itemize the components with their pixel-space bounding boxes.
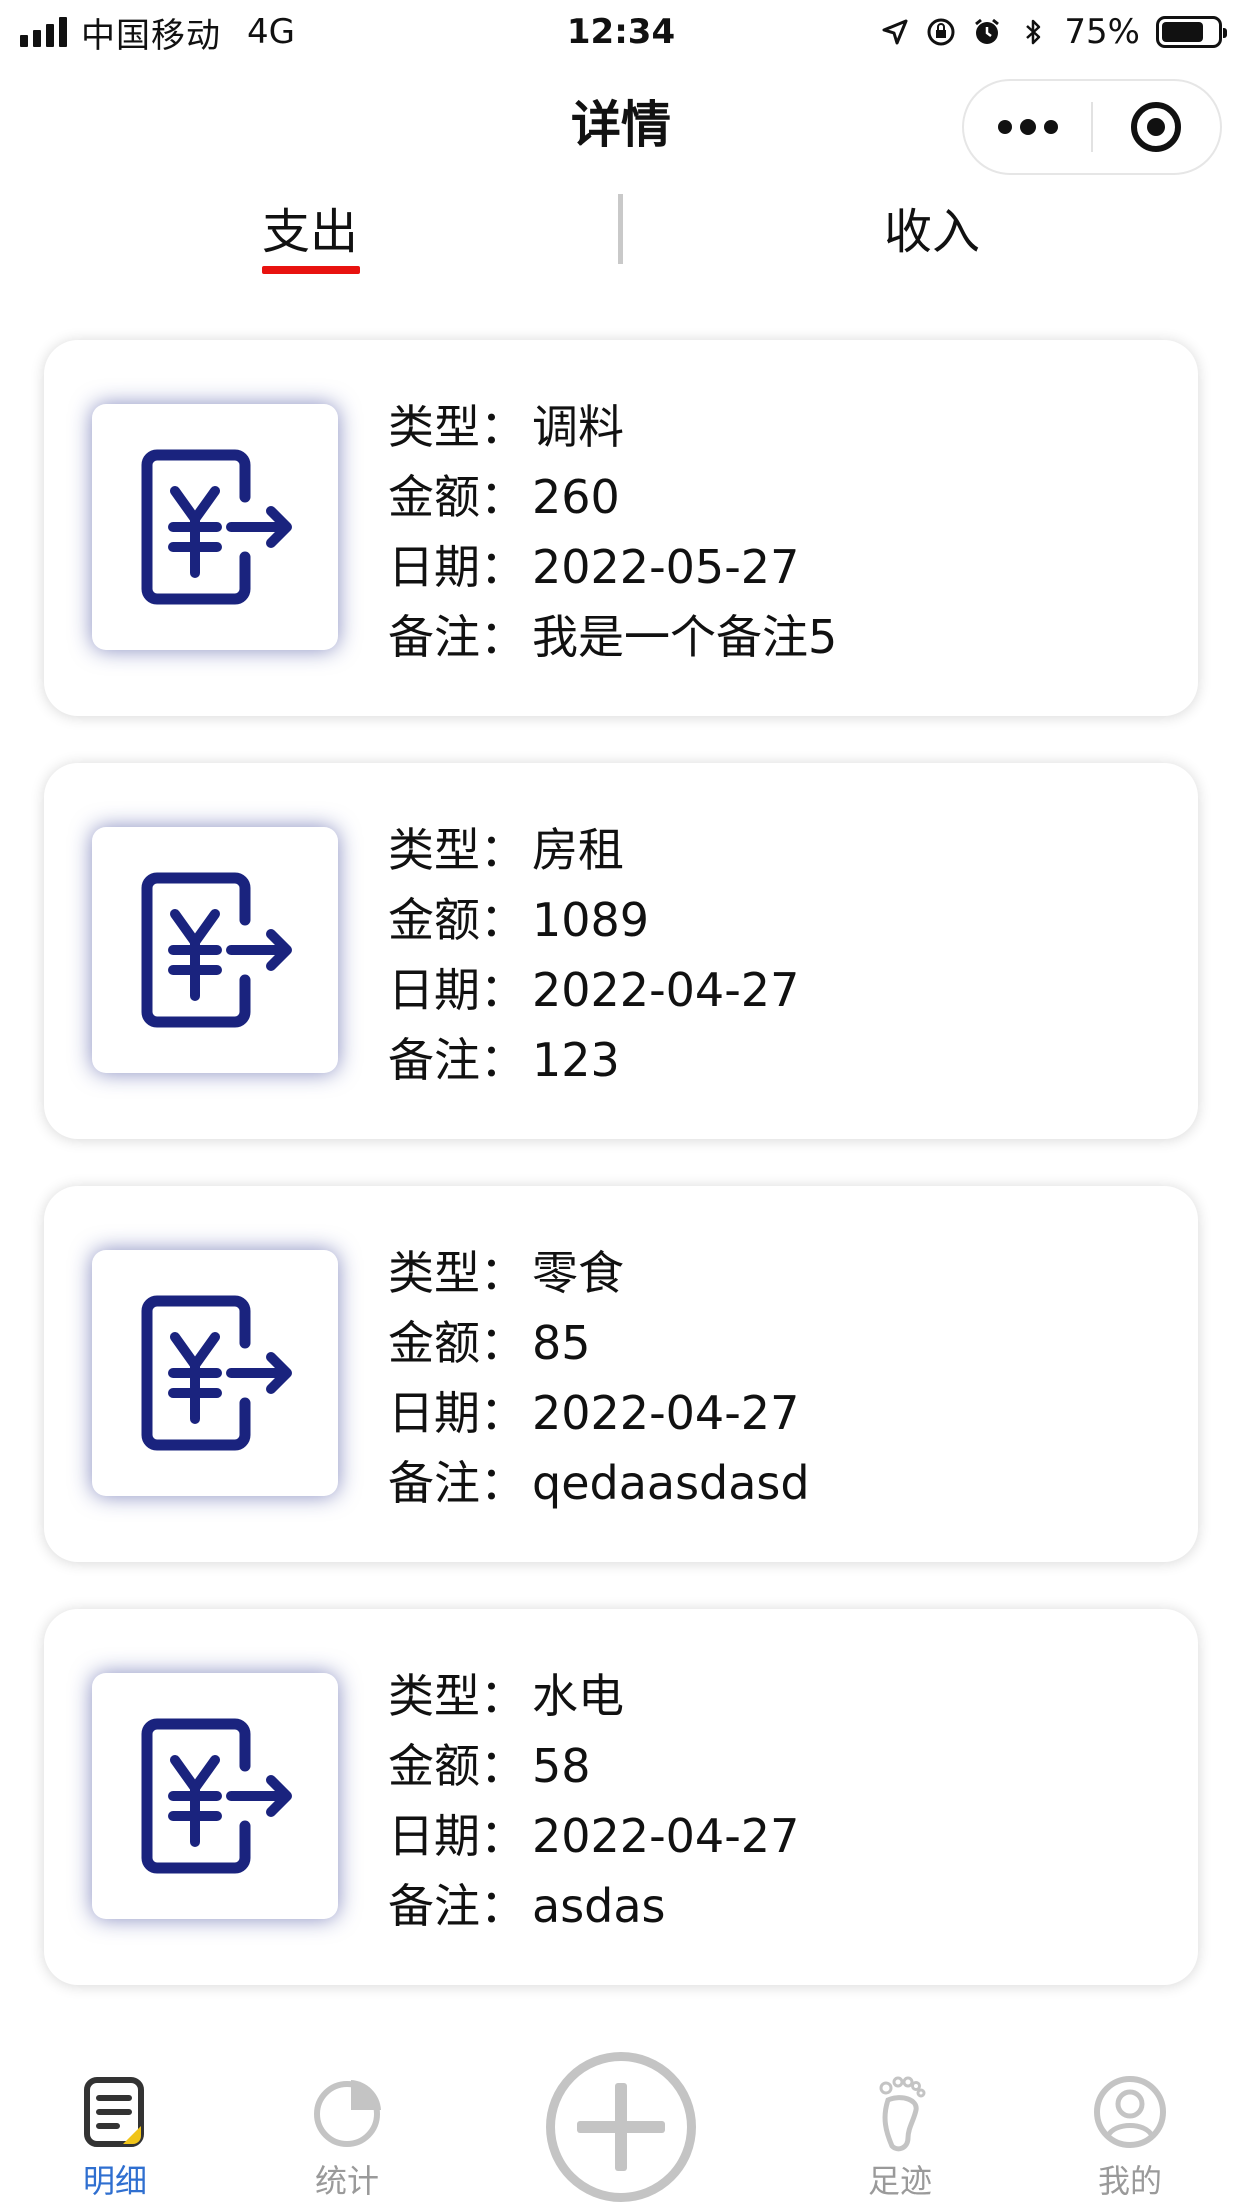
date-value: 2022-04-27 <box>532 963 800 1017</box>
more-dot-icon <box>1019 119 1036 135</box>
miniprogram-capsule <box>962 79 1222 175</box>
note-value: 123 <box>532 1033 620 1087</box>
rotation-lock-icon <box>927 18 955 46</box>
note-value: asdas <box>532 1879 666 1933</box>
user-avatar-icon <box>1094 2076 1166 2148</box>
status-bar: 中国移动 4G 12:34 75% <box>0 0 1242 62</box>
add-record-button[interactable] <box>546 2052 696 2202</box>
notepad-icon <box>84 2077 144 2147</box>
type-value: 水电 <box>532 1669 624 1723</box>
target-close-icon <box>1131 102 1182 152</box>
tabbar-label-stats: 统计 <box>314 2162 379 2200</box>
tab-income[interactable]: 收入 <box>782 190 1082 300</box>
yuan-expense-icon <box>92 1673 338 1919</box>
note-label: 备注： <box>388 1879 526 1933</box>
type-value: 零食 <box>532 1246 624 1300</box>
tabbar-label-detail: 明细 <box>82 2162 147 2200</box>
tabbar-item-mine[interactable]: 我的 <box>1040 2040 1220 2208</box>
yuan-expense-icon <box>92 1250 338 1496</box>
date-value: 2022-05-27 <box>532 540 800 594</box>
record-info: 类型： 水电 金额： 58 日期： 2022-04-27 备注： asdas <box>388 1661 799 1941</box>
type-label: 类型： <box>388 823 526 877</box>
amount-label: 金额： <box>388 893 526 947</box>
record-amount-row: 金额： 1089 <box>388 885 799 955</box>
record-date-row: 日期： 2022-04-27 <box>388 1378 810 1448</box>
record-note-row: 备注： qedaasdasd <box>388 1448 810 1518</box>
footprint-icon <box>879 2076 926 2152</box>
record-type-row: 类型： 调料 <box>388 392 837 462</box>
date-label: 日期： <box>388 1809 526 1863</box>
record-amount-row: 金额： 260 <box>388 462 837 532</box>
type-label: 类型： <box>388 1669 526 1723</box>
tab-expense[interactable]: 支出 <box>160 190 460 300</box>
tabbar-item-stats[interactable]: 统计 <box>257 2040 437 2208</box>
amount-value: 1089 <box>532 893 650 947</box>
amount-label: 金额： <box>388 1739 526 1793</box>
type-label: 类型： <box>388 1246 526 1300</box>
tabbar-label-mine: 我的 <box>1097 2162 1162 2200</box>
bluetooth-icon <box>1026 19 1041 45</box>
record-card[interactable]: 类型： 房租 金额： 1089 日期： 2022-04-27 备注： 123 <box>44 763 1198 1139</box>
date-label: 日期： <box>388 963 526 1017</box>
note-value: qedaasdasd <box>532 1456 810 1510</box>
tab-switcher: 支出 收入 <box>0 190 1242 300</box>
type-label: 类型： <box>388 400 526 454</box>
record-date-row: 日期： 2022-05-27 <box>388 532 837 602</box>
pie-chart-icon <box>314 2080 381 2147</box>
amount-value: 58 <box>532 1739 591 1793</box>
note-label: 备注： <box>388 610 526 664</box>
record-card[interactable]: 类型： 调料 金额： 260 日期： 2022-05-27 备注： 我是一个备注5 <box>44 340 1198 716</box>
record-card[interactable]: 类型： 零食 金额： 85 日期： 2022-04-27 备注： qedaasdasd <box>44 1186 1198 1562</box>
more-dot-icon <box>1043 120 1058 134</box>
close-button[interactable] <box>1093 81 1220 173</box>
date-value: 2022-04-27 <box>532 1386 800 1440</box>
record-date-row: 日期： 2022-04-27 <box>388 1801 799 1871</box>
record-type-row: 类型： 房租 <box>388 815 799 885</box>
tabbar-item-footprint[interactable]: 足迹 <box>810 2040 990 2208</box>
amount-value: 260 <box>532 470 620 524</box>
alarm-icon <box>975 18 1000 44</box>
record-note-row: 备注： 我是一个备注5 <box>388 602 837 672</box>
tab-divider <box>618 194 623 264</box>
record-info: 类型： 零食 金额： 85 日期： 2022-04-27 备注： qedaasdasd <box>388 1238 810 1518</box>
date-label: 日期： <box>388 540 526 594</box>
amount-label: 金额： <box>388 1316 526 1370</box>
tabbar-label-footprint: 足迹 <box>867 2162 932 2200</box>
note-label: 备注： <box>388 1033 526 1087</box>
amount-label: 金额： <box>388 470 526 524</box>
note-value: 我是一个备注5 <box>532 610 838 664</box>
tabbar-item-detail[interactable]: 明细 <box>25 2040 205 2208</box>
yuan-expense-icon <box>92 404 338 650</box>
record-info: 类型： 房租 金额： 1089 日期： 2022-04-27 备注： 123 <box>388 815 799 1095</box>
record-date-row: 日期： 2022-04-27 <box>388 955 799 1025</box>
nav-bar: 详情 <box>0 62 1242 190</box>
record-info: 类型： 调料 金额： 260 日期： 2022-05-27 备注： 我是一个备注5 <box>388 392 837 672</box>
battery-icon <box>1156 16 1227 48</box>
type-value: 调料 <box>532 400 624 454</box>
record-note-row: 备注： asdas <box>388 1871 799 1941</box>
record-amount-row: 金额： 58 <box>388 1731 799 1801</box>
note-label: 备注： <box>388 1456 526 1510</box>
battery-percent: 75% <box>1064 12 1140 52</box>
record-note-row: 备注： 123 <box>388 1025 799 1095</box>
date-label: 日期： <box>388 1386 526 1440</box>
active-tab-indicator <box>262 266 360 274</box>
record-type-row: 类型： 零食 <box>388 1238 810 1308</box>
record-amount-row: 金额： 85 <box>388 1308 810 1378</box>
battery-level <box>1162 22 1203 42</box>
amount-value: 85 <box>532 1316 591 1370</box>
record-card[interactable]: 类型： 水电 金额： 58 日期： 2022-04-27 备注： asdas <box>44 1609 1198 1985</box>
bottom-tab-bar: 明细 统计 足迹 我的 <box>0 2040 1242 2208</box>
location-icon <box>882 19 908 45</box>
date-value: 2022-04-27 <box>532 1809 800 1863</box>
record-type-row: 类型： 水电 <box>388 1661 799 1731</box>
yuan-expense-icon <box>92 827 338 1073</box>
more-dot-icon <box>997 120 1012 134</box>
status-right: 75% <box>880 8 1227 56</box>
type-value: 房租 <box>532 823 624 877</box>
more-button[interactable] <box>964 81 1091 173</box>
